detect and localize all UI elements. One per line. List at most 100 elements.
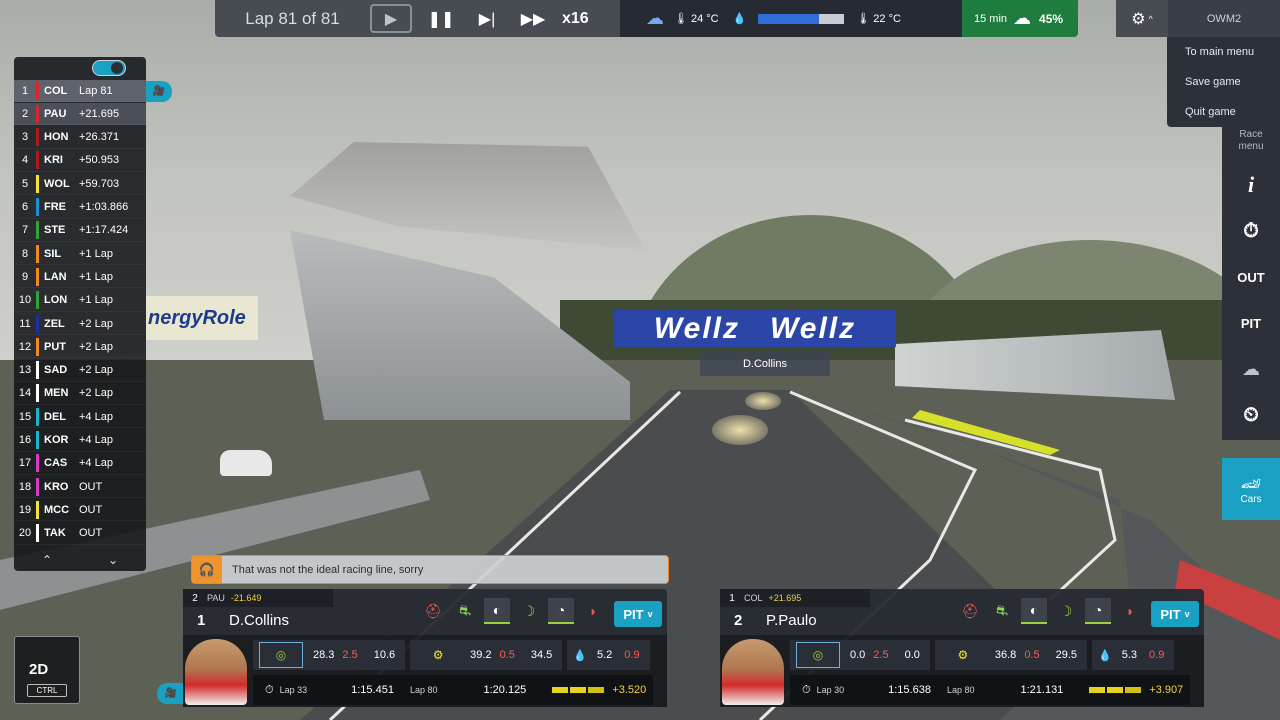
standings-row[interactable]: 16 KOR +4 Lap	[14, 430, 146, 452]
best-lap-time: 1:15.451	[351, 684, 394, 696]
standings-row[interactable]: 17 CAS +4 Lap	[14, 453, 146, 475]
fuel-mode-icon[interactable]: ☽	[516, 598, 542, 624]
menu-item-save-game[interactable]: Save game	[1167, 67, 1280, 97]
race-menu-button[interactable]: Race menu	[1222, 120, 1280, 162]
standings-row[interactable]: 12 PUT +2 Lap	[14, 336, 146, 359]
aggression-icon[interactable]: ⛑	[957, 598, 983, 624]
standings-position: 2	[21, 107, 29, 120]
tyre-saving-icon[interactable]: ⛐	[452, 598, 478, 624]
engine-mode-icon[interactable]: ◔	[548, 598, 574, 624]
rain-chance: 45%	[1039, 11, 1064, 26]
play-button[interactable]: ▶	[370, 4, 412, 33]
standings-position: 4	[21, 154, 29, 167]
info-button[interactable]: i	[1222, 162, 1280, 208]
camera-button[interactable]: 🎥	[157, 683, 185, 704]
tyre-reserve: 34.5	[530, 649, 553, 661]
ers-icon[interactable]: ◗	[1117, 598, 1143, 624]
standings-row[interactable]: 18 KRO OUT	[14, 476, 146, 499]
strategy-icons: ⛑ ⛐ ◐ ☽ ◔ ◗	[957, 598, 1143, 624]
standings-row[interactable]: 1 COL Lap 81	[14, 80, 146, 102]
pit-nav-button[interactable]: PIT	[1222, 300, 1280, 346]
stopwatch-button[interactable]: ⏲	[1222, 392, 1280, 438]
pause-button[interactable]: ❚❚	[418, 4, 464, 33]
ahead-gap: +21.695	[768, 593, 802, 603]
timing-button[interactable]: ⏱	[1222, 208, 1280, 254]
fast-forward-button[interactable]: ▶|	[464, 4, 510, 33]
weather-nav-button[interactable]: ☁	[1222, 346, 1280, 392]
driver-gap: +4 Lap	[79, 457, 113, 470]
standings-row[interactable]: 19 MCC OUT	[14, 499, 146, 522]
lap-times: ⏱ Lap 30 1:15.638 Lap 80 1:21.131 +3.907	[790, 675, 1190, 705]
driver-card-header: 1 COL +21.695 2 P.Paulo ⛑ ⛐ ◐ ☽ ◔ ◗ PIT v	[720, 589, 1204, 635]
standings-row[interactable]: 10 LON +1 Lap	[14, 290, 146, 312]
sector-2	[570, 687, 587, 693]
car-ahead-info: 1 COL +21.695	[720, 589, 870, 607]
driver-name[interactable]: P.Paulo	[766, 612, 817, 629]
menu-item-main-menu[interactable]: To main menu	[1167, 37, 1280, 67]
standings-position: 6	[21, 201, 29, 213]
race-car-leader[interactable]	[712, 415, 768, 445]
weather-panel[interactable]: ☁ 🌡 24 °C 💧 🌡 22 °C	[620, 0, 962, 37]
sponsor-text-right: Wellz	[770, 311, 857, 345]
driver-code: TAK	[44, 527, 66, 540]
scroll-down-icon[interactable]: ⌄	[108, 553, 118, 567]
standings-row[interactable]: 4 KRI +50.953	[14, 150, 146, 172]
race-car-ahead[interactable]	[745, 392, 781, 410]
faster-forward-button[interactable]: ▶▶	[510, 4, 556, 33]
aggression-icon[interactable]: ⛑	[420, 598, 446, 624]
standings-position: 20	[18, 527, 32, 540]
standings-toggle[interactable]	[92, 60, 126, 76]
fuel-mode-icon[interactable]: ☽	[1053, 598, 1079, 624]
ahead-gap: -21.649	[230, 593, 262, 603]
standings-position: 1	[21, 84, 29, 97]
standings-row[interactable]: 20 TAK OUT	[14, 523, 146, 545]
driver-code: LON	[44, 294, 68, 307]
focused-driver-tag: D.Collins	[700, 352, 830, 376]
tyre-stat: ⚙ 39.2 0.5 34.5	[410, 640, 563, 670]
driver-code: HON	[44, 131, 69, 144]
camera-follow-tag[interactable]: 🎥	[146, 81, 172, 102]
cars-button[interactable]: 🏎 Cars	[1222, 458, 1280, 520]
standings-row[interactable]: 8 SIL +1 Lap	[14, 243, 146, 266]
standings-nav: ⌃ ⌄	[14, 550, 146, 570]
scroll-up-icon[interactable]: ⌃	[42, 553, 52, 567]
out-button[interactable]: OUT	[1222, 254, 1280, 300]
play-icon: ▶	[384, 10, 398, 28]
ers-icon[interactable]: ◗	[580, 598, 606, 624]
standings-row[interactable]: 7 STE +1:17.424	[14, 220, 146, 242]
forecast-panel[interactable]: 15 min ☁ 45%	[962, 0, 1078, 37]
standings-position: 17	[18, 457, 32, 470]
standings-row[interactable]: 6 FRE +1:03.866	[14, 197, 146, 219]
ahead-position: 2	[192, 592, 198, 604]
tyre-wear-icon[interactable]: ◐	[484, 598, 510, 624]
team-color-bar	[36, 128, 39, 147]
settings-button[interactable]: ⚙ ^	[1116, 0, 1168, 37]
fuel-stat: 💧 5.3 0.9	[1092, 640, 1175, 670]
double-forward-icon: ▶▶	[520, 10, 546, 28]
standings-row[interactable]: 11 ZEL +2 Lap	[14, 313, 146, 335]
pit-button[interactable]: PIT v	[1151, 601, 1199, 627]
team-color-bar	[36, 524, 39, 543]
driver-name[interactable]: D.Collins	[229, 612, 289, 629]
standings-row[interactable]: 14 MEN +2 Lap	[14, 383, 146, 405]
standings-position: 3	[21, 131, 29, 144]
standings-row[interactable]: 13 SAD +2 Lap	[14, 360, 146, 382]
pit-button[interactable]: PIT v	[614, 601, 662, 627]
standings-row[interactable]: 2 PAU +21.695	[14, 103, 146, 126]
side-nav: Race menu i ⏱ OUT PIT ☁ ⏲	[1222, 120, 1280, 440]
tyre-wear-icon[interactable]: ◐	[1021, 598, 1047, 624]
standings-row[interactable]: 3 HON +26.371	[14, 127, 146, 149]
track-temperature: 24 °C	[690, 12, 719, 25]
driver-code: KOR	[44, 434, 69, 446]
view-2d-button[interactable]: 2D CTRL	[14, 636, 80, 704]
fuel-value: 5.3	[1121, 649, 1138, 661]
standings-row[interactable]: 9 LAN +1 Lap	[14, 266, 146, 289]
tyre-saving-icon[interactable]: ⛐	[989, 598, 1015, 624]
engine-mode-icon[interactable]: ◔	[1085, 598, 1111, 624]
driver-gap: +4 Lap	[79, 434, 113, 446]
driver-gap: +1 Lap	[79, 294, 113, 307]
car-ahead-info: 2 PAU -21.649	[183, 589, 333, 607]
standings-row[interactable]: 5 WOL +59.703	[14, 173, 146, 196]
top-bar: Lap 81 of 81 ▶ ❚❚ ▶| ▶▶ x16 ☁ 🌡 24 °C 💧 …	[215, 0, 1078, 37]
standings-row[interactable]: 15 DEL +4 Lap	[14, 406, 146, 429]
